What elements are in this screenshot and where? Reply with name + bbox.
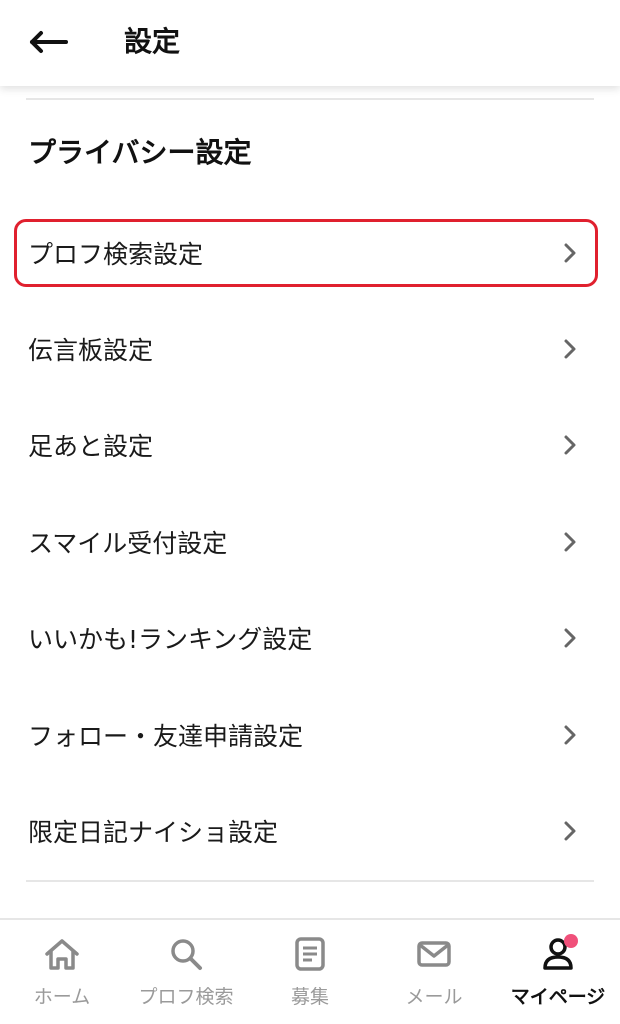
search-icon — [166, 934, 206, 974]
menu-item-label: 伝言板設定 — [28, 336, 154, 365]
chevron-right-icon — [560, 723, 580, 747]
chevron-right-icon — [560, 337, 580, 361]
nav-label: ホーム — [33, 986, 91, 1008]
menu-item-secret-diary-settings[interactable]: 限定日記ナイショ設定 — [14, 797, 598, 865]
chevron-right-icon — [560, 433, 580, 457]
menu-item-label: フォロー・友達申請設定 — [28, 722, 304, 751]
nav-item-mail[interactable]: メール — [372, 920, 496, 1024]
chevron-right-icon — [560, 241, 580, 265]
nav-label: マイページ — [510, 986, 606, 1008]
chevron-right-icon — [560, 530, 580, 554]
menu-item-label: 限定日記ナイショ設定 — [28, 818, 279, 847]
menu-item-label: 足あと設定 — [28, 432, 154, 461]
section-title: プライバシー設定 — [28, 136, 252, 169]
menu-item-message-board-settings[interactable]: 伝言板設定 — [14, 315, 598, 383]
nav-item-profile-search[interactable]: プロフ検索 — [124, 920, 248, 1024]
nav-item-recruit[interactable]: 募集 — [248, 920, 372, 1024]
nav-item-mypage[interactable]: マイページ — [496, 920, 620, 1024]
menu-item-smile-settings[interactable]: スマイル受付設定 — [14, 508, 598, 576]
nav-label: メール — [405, 986, 463, 1008]
menu-item-label: いいかも!ランキング設定 — [28, 625, 313, 654]
back-button[interactable] — [22, 22, 74, 62]
page-title: 設定 — [124, 25, 181, 58]
mail-icon — [414, 934, 454, 974]
menu-item-footprint-settings[interactable]: 足あと設定 — [14, 411, 598, 479]
document-icon — [290, 934, 330, 974]
notification-dot — [564, 934, 578, 948]
back-arrow-icon — [30, 31, 68, 53]
nav-item-home[interactable]: ホーム — [0, 920, 124, 1024]
settings-screen: 設定 プライバシー設定 プロフ検索設定 伝言板設定 足あと設定 スマイル受付設定… — [0, 0, 620, 1024]
chevron-right-icon — [560, 819, 580, 843]
app-header: 設定 — [0, 0, 620, 86]
menu-item-label: スマイル受付設定 — [28, 529, 228, 558]
chevron-right-icon — [560, 626, 580, 650]
nav-label: プロフ検索 — [138, 986, 234, 1008]
menu-item-follow-friend-settings[interactable]: フォロー・友達申請設定 — [14, 701, 598, 769]
menu-item-label: プロフ検索設定 — [28, 240, 204, 269]
home-icon — [42, 934, 82, 974]
top-divider — [26, 98, 594, 100]
menu-item-ranking-settings[interactable]: いいかも!ランキング設定 — [14, 604, 598, 672]
nav-label: 募集 — [290, 986, 329, 1008]
menu-item-profile-search-settings[interactable]: プロフ検索設定 — [14, 219, 598, 287]
bottom-navigation: ホーム プロフ検索 募集 メール マイページ — [0, 918, 620, 1024]
bottom-divider — [26, 880, 594, 882]
